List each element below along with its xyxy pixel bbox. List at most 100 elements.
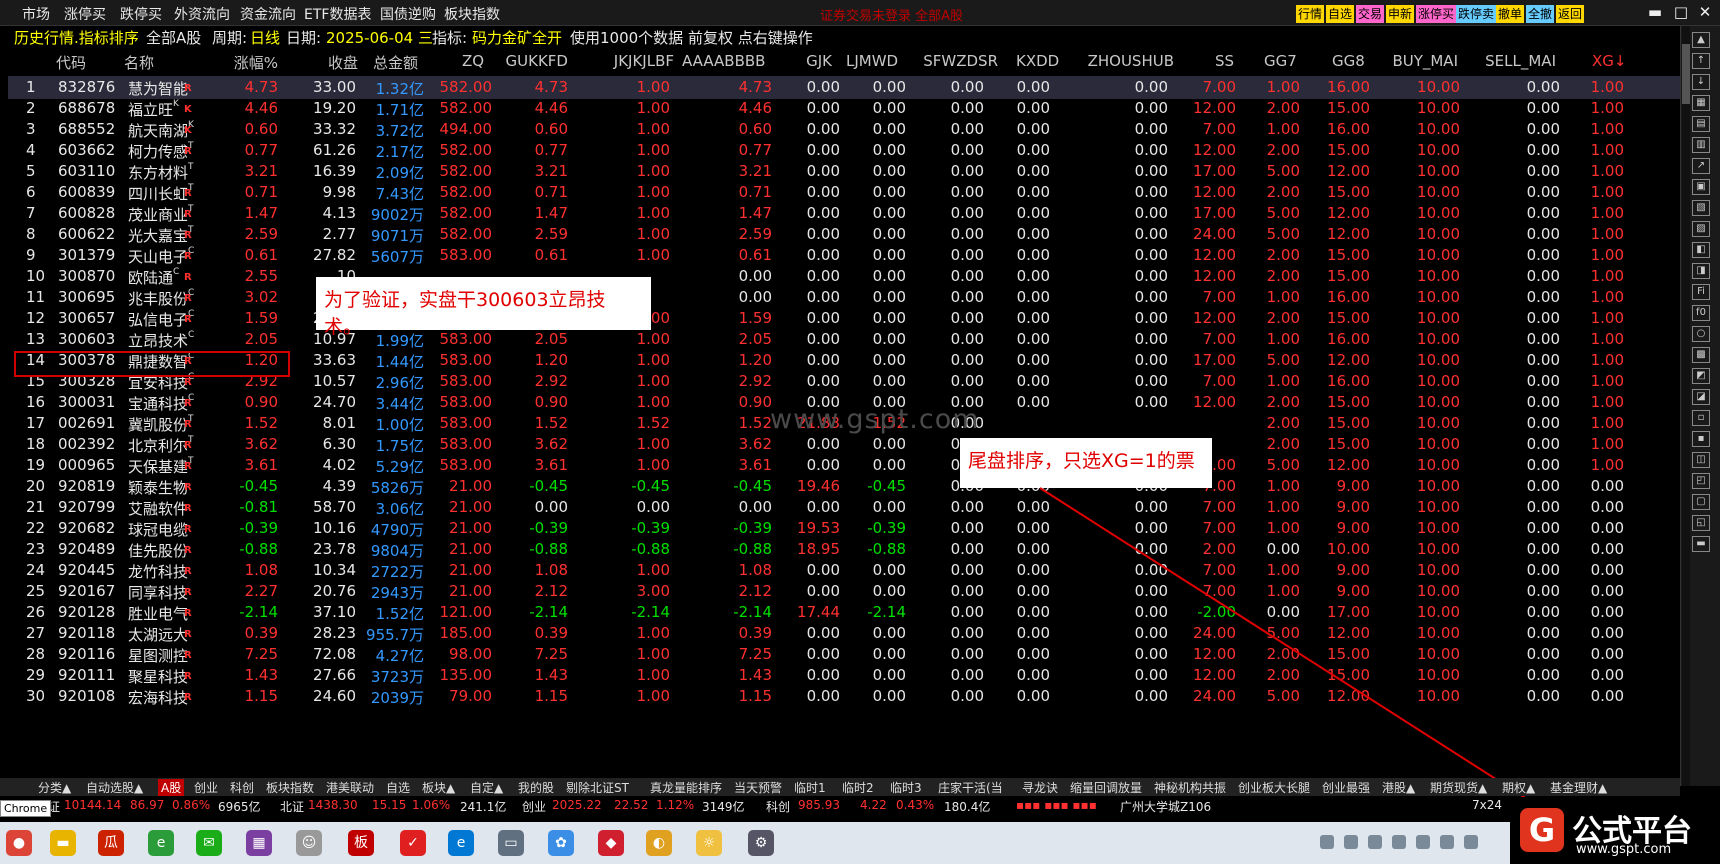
menu-limit-up-buy[interactable]: 涨停买 (64, 4, 106, 24)
wechat-icon[interactable]: ✉ (196, 830, 222, 856)
edge-icon[interactable]: e (448, 830, 474, 856)
toolbar-icon-2[interactable]: ↓ (1692, 74, 1710, 90)
toolbar-icon-4[interactable]: ▤ (1692, 116, 1710, 132)
table-row[interactable]: 22 920682 球冠电缆 -0.39 10.16 4790万 21.00 -0.39 -0.… (8, 517, 1684, 540)
chrome-icon[interactable]: ● (6, 830, 32, 856)
volume-icon[interactable] (1464, 835, 1478, 849)
tab-19[interactable]: 缩量回调放量 (1070, 779, 1142, 796)
quick-button-5[interactable]: 跌停卖 (1456, 5, 1497, 23)
column-header-3[interactable]: 收盘 (318, 52, 358, 73)
indicator-value[interactable]: 码力金矿全开 (472, 27, 562, 48)
flag-app-icon[interactable]: ✓ (400, 830, 426, 856)
toolbar-icon-23[interactable]: ◱ (1692, 515, 1710, 531)
toolbar-icon-11[interactable]: ◨ (1692, 263, 1710, 279)
tab-18[interactable]: 寻龙诀 (1022, 779, 1058, 796)
toolbar-icon-1[interactable]: ↑ (1692, 53, 1710, 69)
table-row[interactable]: 28 920116 星图测控 7.25 72.08 4.27亿 98.00 7.25 1.00 7… (8, 643, 1684, 666)
date-value[interactable]: 2025-06-04 三 (326, 27, 433, 48)
tab-12[interactable]: 真龙量能排序 (650, 779, 722, 796)
table-row[interactable]: 6 600839 四川长虹T 0.71 9.98 7.43亿 582.00 0.71 1.00 0… (8, 181, 1684, 204)
toolbar-icon-9[interactable]: ▨ (1692, 221, 1710, 237)
winrar-icon[interactable]: ▦ (246, 830, 272, 856)
toolbar-icon-5[interactable]: ▥ (1692, 137, 1710, 153)
tab-0[interactable]: 分类▲ (38, 779, 71, 796)
toolbar-icon-13[interactable]: f0 (1692, 305, 1710, 321)
ie-icon[interactable]: e (148, 830, 174, 856)
settings-icon[interactable]: ⚙ (748, 830, 774, 856)
tab-17[interactable]: 庄家干活(当 (938, 779, 1003, 796)
monitor-icon[interactable]: ▭ (498, 830, 524, 856)
table-row[interactable]: 18 002392 北京利尔T 3.62 6.30 1.75亿 583.00 3.62 1.00… (8, 433, 1684, 456)
maximize-icon[interactable]: □ (1672, 3, 1690, 21)
menu-foreign-flow[interactable]: 外资流向 (174, 4, 230, 24)
menu-bond-repo[interactable]: 国债逆购 (380, 4, 436, 24)
tab-16[interactable]: 临时3 (890, 779, 922, 796)
minimize-icon[interactable]: ▬ (1646, 3, 1664, 21)
column-header-2[interactable]: 涨幅% (228, 52, 278, 73)
quick-button-0[interactable]: 行情 (1296, 5, 1325, 23)
tab-25[interactable]: 期权▲ (1502, 779, 1535, 796)
toolbar-icon-14[interactable]: ○ (1692, 326, 1710, 342)
tab-5[interactable]: 板块指数 (266, 779, 314, 796)
column-header-14[interactable]: SS (1206, 52, 1234, 70)
toolbar-icon-10[interactable]: ◧ (1692, 242, 1710, 258)
table-row[interactable]: 7 600828 茂业商业T 1.47 4.13 9002万 582.00 1.47 1.00 1… (8, 202, 1684, 225)
menu-sector-index[interactable]: 板块指数 (444, 4, 500, 24)
toolbar-icon-17[interactable]: ◪ (1692, 389, 1710, 405)
tab-7[interactable]: 自选 (386, 779, 410, 796)
table-row[interactable]: 19 000965 天保基建T 3.61 4.02 5.29亿 583.00 3.61 1.00… (8, 454, 1684, 477)
table-row[interactable]: 9 301379 天山电子C 0.61 27.82 5607万 583.00 0.61 1.00… (8, 244, 1684, 267)
table-row[interactable]: 20 920819 颖泰生物 -0.45 4.39 5826万 21.00 -0.45 -0.4… (8, 475, 1684, 498)
table-row[interactable]: 10 300870 欧陆通C 2.55 10 0.00 0.00 0.00 0.00 0.00 0.… (8, 265, 1684, 288)
column-header-7[interactable]: JKJKJLBF (594, 52, 674, 70)
table-row[interactable]: 13 300603 立昂技术C 2.05 10.97 1.99亿 583.00 2.05 1.0… (8, 328, 1684, 351)
menu-etf-table[interactable]: ETF数据表 (304, 4, 371, 24)
quick-button-4[interactable]: 涨停买 (1416, 5, 1457, 23)
tab-2[interactable]: A股 (158, 779, 185, 796)
toolbar-icon-12[interactable]: Fi (1692, 284, 1710, 300)
toolbar-icon-0[interactable]: ▲ (1692, 32, 1710, 48)
menu-capital-flow[interactable]: 资金流向 (240, 4, 296, 24)
tab-26[interactable]: 基金理财▲ (1550, 779, 1607, 796)
qq-icon[interactable]: ☺ (296, 830, 322, 856)
period-value[interactable]: 日线 (250, 27, 280, 48)
column-header-15[interactable]: GG7 (1264, 52, 1297, 70)
tray-icon-4[interactable] (1392, 835, 1406, 849)
toolbar-icon-24[interactable]: ▬ (1692, 536, 1710, 552)
column-header-11[interactable]: SFWZDSR (918, 52, 998, 70)
toolbar-icon-20[interactable]: ◫ (1692, 452, 1710, 468)
tab-20[interactable]: 神秘机构共振 (1154, 779, 1226, 796)
tab-23[interactable]: 港股▲ (1382, 779, 1415, 796)
tray-icon-5[interactable] (1416, 835, 1430, 849)
table-row[interactable]: 26 920128 胜业电气 -2.14 37.10 1.52亿 121.00 -2.14 -2… (8, 601, 1684, 624)
note-app-icon[interactable]: ☼ (696, 830, 722, 856)
scroll-thumb[interactable] (1682, 44, 1690, 104)
toolbar-icon-15[interactable]: ▩ (1692, 347, 1710, 363)
tab-24[interactable]: 期货现货▲ (1430, 779, 1487, 796)
board-app-icon[interactable]: 板 (348, 830, 374, 856)
table-row[interactable]: 1 832876 慧为智能 4.73 33.00 1.32亿 582.00 4.73 1.00 4… (8, 76, 1684, 99)
column-header-19[interactable]: XG↓ (1592, 52, 1626, 70)
column-header-10[interactable]: LJMWD (846, 52, 898, 70)
quick-button-6[interactable]: 撤单 (1496, 5, 1525, 23)
quick-button-7[interactable]: 全撤 (1526, 5, 1555, 23)
menu-market[interactable]: 市场 (22, 4, 50, 24)
menu-limit-down-buy[interactable]: 跌停买 (120, 4, 162, 24)
toolbar-icon-8[interactable]: ▧ (1692, 200, 1710, 216)
close-icon[interactable]: ✕ (1696, 3, 1714, 21)
toolbar-icon-19[interactable]: ▪ (1692, 431, 1710, 447)
column-header-6[interactable]: GUKKFD (500, 52, 568, 70)
tab-22[interactable]: 创业最强 (1322, 779, 1370, 796)
tab-14[interactable]: 临时1 (794, 779, 826, 796)
tab-6[interactable]: 港美联动 (326, 779, 374, 796)
toolbar-icon-3[interactable]: ▦ (1692, 95, 1710, 111)
column-header-0[interactable]: 代码 (56, 52, 112, 73)
toolbar-icon-16[interactable]: ◩ (1692, 368, 1710, 384)
column-header-8[interactable]: AAAABBBB (682, 52, 765, 70)
table-row[interactable]: 2 688678 福立旺K 4.46 19.20 1.71亿 582.00 4.46 1.00 4… (8, 97, 1684, 120)
market-filter[interactable]: 全部A股 (146, 27, 201, 48)
tab-3[interactable]: 创业 (194, 779, 218, 796)
table-row[interactable]: 8 600622 光大嘉宝T 2.59 2.77 9071万 582.00 2.59 1.00 2… (8, 223, 1684, 246)
quick-button-8[interactable]: 返回 (1556, 5, 1585, 23)
tab-11[interactable]: 剔除北证ST (566, 779, 629, 796)
